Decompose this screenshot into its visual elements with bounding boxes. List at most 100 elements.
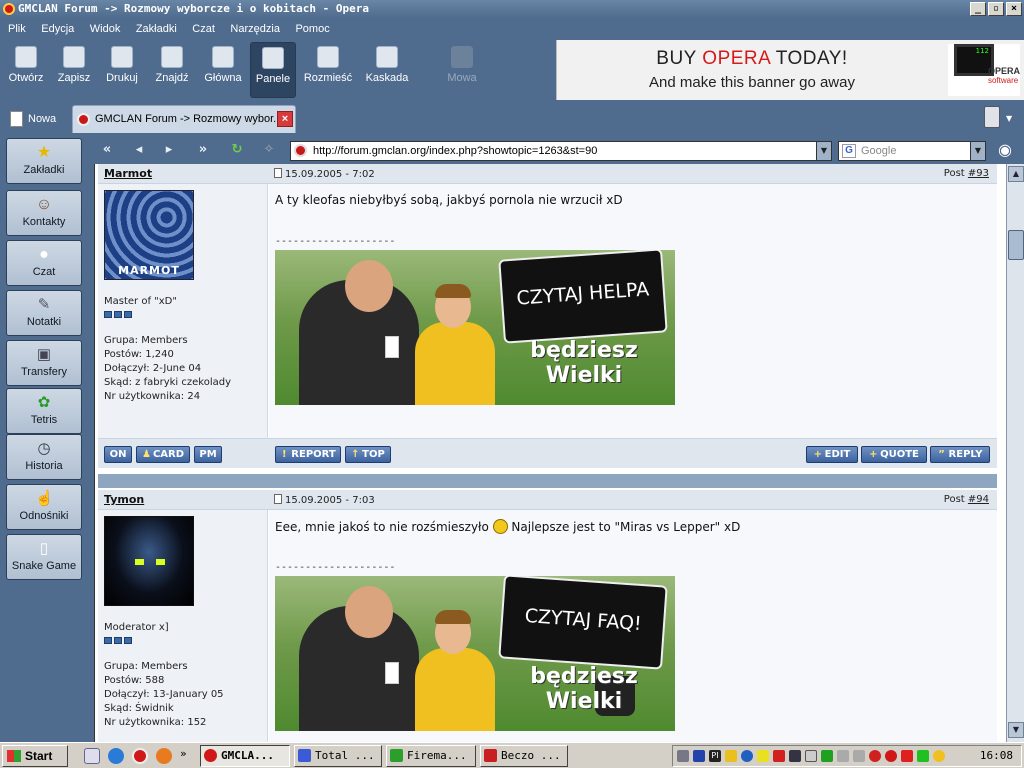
eye-icon[interactable]: ◉ xyxy=(992,141,1018,161)
scroll-thumb[interactable] xyxy=(1008,230,1024,260)
tray-icon[interactable] xyxy=(821,750,833,762)
pm-button[interactable]: PM xyxy=(194,446,222,463)
tray-icon[interactable] xyxy=(677,750,689,762)
tile-button[interactable]: Rozmieść xyxy=(302,42,354,98)
tab-gmclan[interactable]: GMCLAN Forum -> Rozmowy wybor... × xyxy=(72,105,296,133)
back-icon[interactable]: ◂ xyxy=(128,141,150,159)
save-button[interactable]: Zapisz xyxy=(52,42,96,98)
user-joined: Dołączył: 2-June 04 xyxy=(104,363,202,374)
tray-icon[interactable] xyxy=(869,750,881,762)
tray-icon[interactable] xyxy=(773,750,785,762)
taskbar-item-beczo[interactable]: Beczo ... xyxy=(480,745,568,767)
post-number-link[interactable]: #93 xyxy=(968,168,989,179)
quote-button[interactable]: + QUOTE xyxy=(861,446,927,463)
google-icon: G xyxy=(842,144,856,158)
opera-icon[interactable] xyxy=(132,748,148,764)
fast-forward-icon[interactable]: » xyxy=(192,141,214,159)
scroll-down-icon[interactable]: ▼ xyxy=(1008,722,1024,738)
panel-transfers[interactable]: ▣ Transfery xyxy=(6,340,82,386)
card-button[interactable]: ♟ CARD xyxy=(136,446,190,463)
signature-separator: -------------------- xyxy=(275,236,396,247)
taskbar-item-total[interactable]: Total ... xyxy=(294,745,382,767)
find-button[interactable]: Znajdź xyxy=(148,42,196,98)
tray-icon[interactable] xyxy=(917,750,929,762)
internet-explorer-icon[interactable] xyxy=(108,748,124,764)
new-tab-button[interactable]: Nowa xyxy=(6,108,56,130)
post-number-link[interactable]: #94 xyxy=(968,494,989,505)
chevron-down-icon[interactable]: ▼ xyxy=(1006,114,1012,123)
reload-icon[interactable]: ↻ xyxy=(226,141,248,159)
start-button[interactable]: Start xyxy=(2,745,68,767)
scroll-up-icon[interactable]: ▲ xyxy=(1008,166,1024,182)
rewind-icon[interactable]: « xyxy=(96,141,118,159)
desktop-icon[interactable] xyxy=(84,748,100,764)
close-tab-icon[interactable]: × xyxy=(277,111,293,127)
panel-bookmarks[interactable]: ★ Zakładki xyxy=(6,138,82,184)
trash-icon[interactable] xyxy=(984,106,1000,128)
top-button[interactable]: ↑ TOP xyxy=(345,446,391,463)
close-button[interactable]: × xyxy=(1006,2,1022,16)
panel-contacts[interactable]: ☺ Kontakty xyxy=(6,190,82,236)
wand-icon[interactable]: ✧ xyxy=(258,141,280,159)
edit-button[interactable]: + EDIT xyxy=(806,446,858,463)
tray-icon[interactable] xyxy=(757,750,769,762)
taskbar-item-opera[interactable]: GMCLA... xyxy=(200,745,290,767)
opera-banner[interactable]: BUY OPERA TODAY! And make this banner go… xyxy=(556,40,1024,100)
panel-history[interactable]: ◷ Historia xyxy=(6,434,82,480)
tray-icon[interactable] xyxy=(693,750,705,762)
clock[interactable]: 16:08 xyxy=(980,749,1013,762)
tray-icon[interactable] xyxy=(901,750,913,762)
panel-tetris[interactable]: ✿ Tetris xyxy=(6,388,82,434)
panel-chat[interactable]: ● Czat xyxy=(6,240,82,286)
panels-button[interactable]: Panele xyxy=(250,42,296,98)
user-location: Skąd: z fabryki czekolady xyxy=(104,377,231,388)
vertical-scrollbar[interactable]: ▲ ▼ xyxy=(1006,164,1024,742)
reply-button[interactable]: ” REPLY xyxy=(930,446,990,463)
address-input[interactable]: http://forum.gmclan.org/index.php?showto… xyxy=(290,141,832,161)
tray-icon[interactable] xyxy=(837,750,849,762)
minimize-button[interactable]: _ xyxy=(970,2,986,16)
tray-icon[interactable]: PI xyxy=(709,750,721,762)
menu-plik[interactable]: Plik xyxy=(2,18,32,40)
panel-links[interactable]: ☝ Odnośniki xyxy=(6,484,82,530)
forward-icon[interactable]: ▸ xyxy=(158,141,180,159)
tray-icon[interactable] xyxy=(885,750,897,762)
signature-image: CZYTAJ FAQ! będziesz Wielki xyxy=(275,576,675,731)
post-author-link[interactable]: Marmot xyxy=(104,167,152,180)
voice-button[interactable]: Mowa xyxy=(440,42,484,98)
tray-icon[interactable] xyxy=(853,750,865,762)
post-author-link[interactable]: Tymon xyxy=(104,493,144,506)
panel-links-label: Odnośniki xyxy=(19,510,69,522)
tray-icon[interactable] xyxy=(725,750,737,762)
menu-widok[interactable]: Widok xyxy=(84,18,127,40)
opera-favicon-icon xyxy=(77,113,90,126)
online-button[interactable]: ON xyxy=(104,446,132,463)
panel-bookmarks-label: Zakładki xyxy=(23,164,65,176)
menu-pomoc[interactable]: Pomoc xyxy=(289,18,335,40)
panel-notes[interactable]: ✎ Notatki xyxy=(6,290,82,336)
menu-narzedzia[interactable]: Narzędzia xyxy=(224,18,286,40)
tray-icon[interactable] xyxy=(741,750,753,762)
search-dropdown-icon[interactable]: ▼ xyxy=(970,141,986,161)
report-button[interactable]: ! REPORT xyxy=(275,446,341,463)
home-button[interactable]: Główna xyxy=(200,42,246,98)
address-dropdown-icon[interactable]: ▼ xyxy=(816,141,832,161)
menu-czat[interactable]: Czat xyxy=(186,18,221,40)
chevron-right-icon[interactable]: » xyxy=(180,747,187,760)
menu-zakladki[interactable]: Zakładki xyxy=(130,18,183,40)
panel-notes-label: Notatki xyxy=(26,316,62,328)
taskbar-item-firema[interactable]: Firema... xyxy=(386,745,476,767)
tray-icon[interactable] xyxy=(933,750,945,762)
tray-icon[interactable] xyxy=(789,750,801,762)
search-input[interactable]: G Google xyxy=(838,141,974,161)
post-text: A ty kleofas niebyłbyś sobą, jakbyś porn… xyxy=(275,193,623,207)
maximize-button[interactable]: ▫ xyxy=(988,2,1004,16)
panel-snake[interactable]: ▯ Snake Game xyxy=(6,534,82,580)
sig-glass xyxy=(385,336,399,358)
tray-icon[interactable] xyxy=(805,750,817,762)
print-button[interactable]: Drukuj xyxy=(100,42,144,98)
cascade-button[interactable]: Kaskada xyxy=(362,42,412,98)
menu-edycja[interactable]: Edycja xyxy=(35,18,80,40)
firefox-icon[interactable] xyxy=(156,748,172,764)
open-button[interactable]: Otwórz xyxy=(4,42,48,98)
